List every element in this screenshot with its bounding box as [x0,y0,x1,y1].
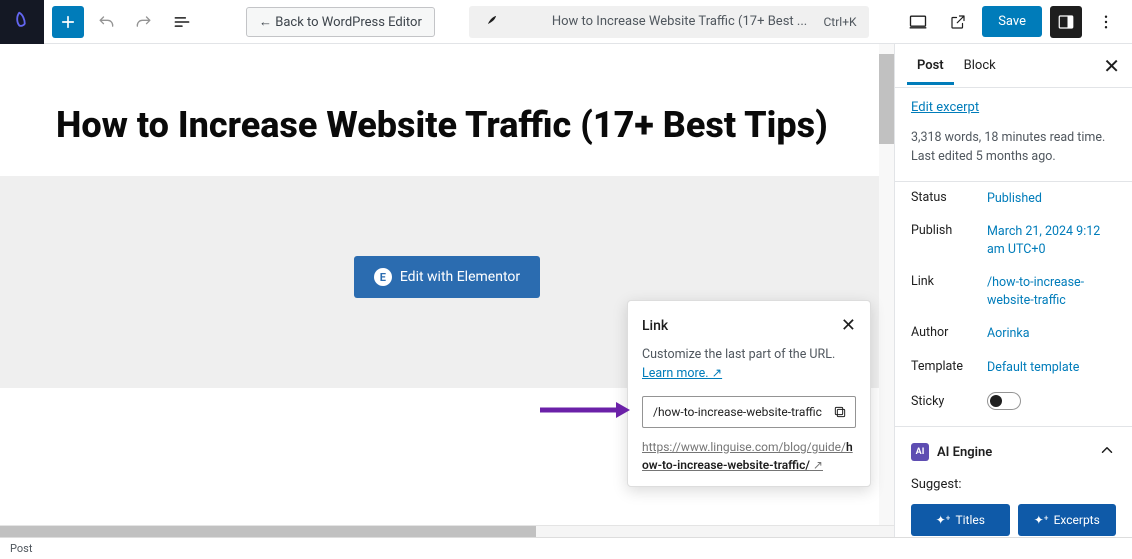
tab-post[interactable]: Post [907,46,954,85]
author-value[interactable]: Aorinka [987,325,1116,343]
link-popover: Link ✕ Customize the last part of the UR… [627,300,871,487]
link-value[interactable]: /how-to-increase-website-traffic [987,274,1116,309]
horizontal-scrollbar[interactable] [0,525,894,537]
link-popover-description: Customize the last part of the URL. Lear… [642,346,856,384]
quill-icon [485,13,499,31]
close-sidebar-button[interactable]: ✕ [1103,54,1120,78]
document-stats: 3,318 words, 18 minutes read time. Last … [911,129,1116,167]
status-value[interactable]: Published [987,190,1116,208]
edit-with-elementor-button[interactable]: E Edit with Elementor [354,256,540,298]
template-value[interactable]: Default template [987,359,1116,377]
publish-label: Publish [911,223,987,258]
full-url-preview[interactable]: https://www.linguise.com/blog/guide/how-… [642,438,856,474]
close-icon: ✕ [1103,54,1120,78]
tab-block[interactable]: Block [954,46,1006,85]
chevron-up-icon [1098,441,1116,463]
link-popover-title: Link [642,318,668,334]
ai-titles-button[interactable]: ✦⁺ Titles [911,504,1010,536]
ai-suggest-label: Suggest: [911,477,1116,492]
document-title-text: How to Increase Website Traffic (17+ Bes… [507,14,853,29]
ai-titles-label: Titles [955,513,984,527]
elementor-icon: E [374,268,392,286]
sticky-label: Sticky [911,394,987,409]
ai-excerpts-button[interactable]: ✦⁺ Excerpts [1018,504,1117,536]
edit-excerpt-link[interactable]: Edit excerpt [911,100,1116,115]
url-slug-input[interactable] [642,396,856,428]
redo-button[interactable] [128,6,160,38]
status-label: Status [911,190,987,208]
ai-excerpts-label: Excerpts [1054,513,1100,527]
document-title-button[interactable]: How to Increase Website Traffic (17+ Bes… [469,6,869,38]
open-external-button[interactable] [942,6,974,38]
copy-url-button[interactable] [830,402,850,422]
wand-icon: ✦⁺ [1034,513,1049,527]
sticky-toggle[interactable] [987,392,1021,410]
publish-value[interactable]: March 21, 2024 9:12 am UTC+0 [987,223,1116,258]
toggle-knob [990,395,1002,407]
annotation-arrow [540,400,630,424]
ai-engine-title: AI Engine [937,445,992,460]
ai-engine-panel-header[interactable]: AI AI Engine [895,427,1132,477]
page-title[interactable]: How to Increase Website Traffic (17+ Bes… [56,104,838,146]
add-block-button[interactable] [52,6,84,38]
ai-badge-icon: AI [911,443,929,461]
copy-icon [832,404,848,420]
elementor-button-label: Edit with Elementor [400,269,520,285]
command-palette-shortcut: Ctrl+K [823,15,856,29]
undo-button[interactable] [90,6,122,38]
save-button[interactable]: Save [982,6,1042,37]
view-device-button[interactable] [902,6,934,38]
vertical-scrollbar[interactable] [879,44,894,559]
settings-panel-toggle[interactable] [1050,6,1082,38]
close-button[interactable]: ✕ [841,315,856,336]
bottom-status-bar: Post [0,537,1132,559]
author-label: Author [911,325,987,343]
horizontal-scrollbar-thumb[interactable] [0,526,536,537]
close-icon: ✕ [841,315,856,336]
back-to-wordpress-button[interactable]: ← Back to WordPress Editor [246,7,435,37]
vertical-scrollbar-thumb[interactable] [879,54,894,144]
template-label: Template [911,359,987,377]
link-label: Link [911,274,987,309]
learn-more-link[interactable]: Learn more. ↗ [642,366,722,381]
feather-logo-icon [11,9,33,35]
more-options-button[interactable] [1090,6,1122,38]
wand-icon: ✦⁺ [936,513,951,527]
breadcrumb-post[interactable]: Post [10,542,32,555]
app-logo[interactable] [0,0,44,44]
document-overview-button[interactable] [166,6,198,38]
